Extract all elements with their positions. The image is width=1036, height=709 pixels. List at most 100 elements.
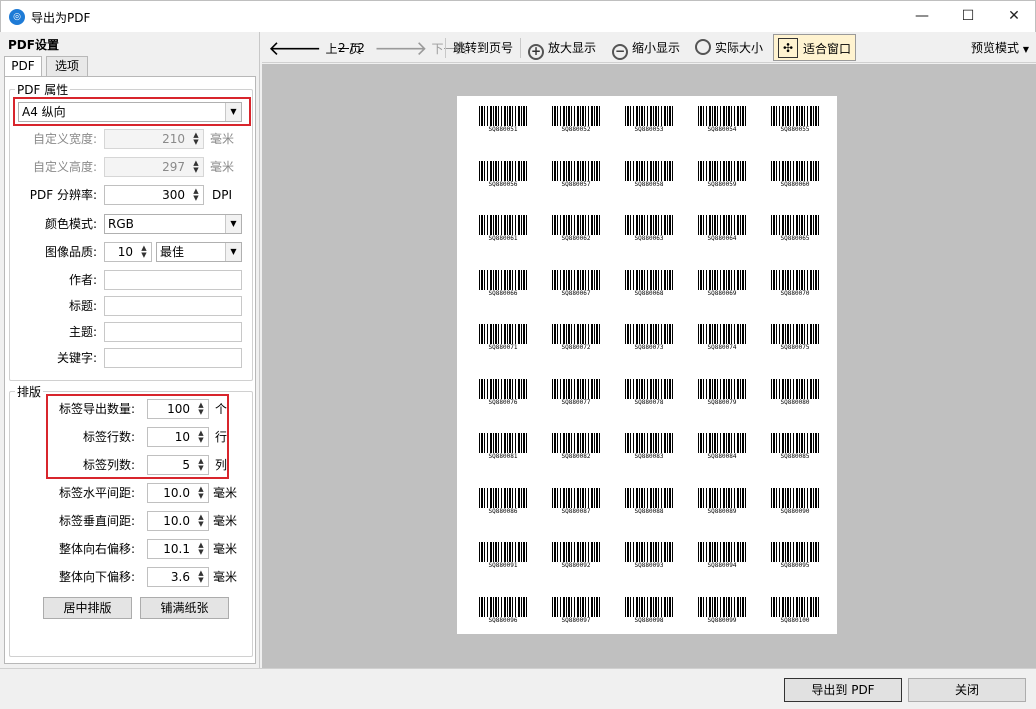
label-count-input[interactable]: 100 ▲ ▼	[147, 399, 209, 419]
preview-mode-dropdown[interactable]: 预览模式 ▼	[971, 37, 1029, 59]
barcode-text: SQ880095	[780, 562, 810, 569]
barcode-bars	[625, 433, 673, 453]
minimize-button[interactable]: —	[899, 1, 945, 33]
xoff-input[interactable]: 10.1 ▲ ▼	[147, 539, 209, 559]
hgap-value: 10.0	[163, 486, 190, 500]
spin-arrows-icon[interactable]: ▲ ▼	[197, 402, 205, 416]
spin-arrows-icon[interactable]: ▲ ▼	[197, 514, 205, 528]
fill-paper-button[interactable]: 铺满纸张	[140, 597, 229, 619]
barcode-label: SQ880053	[625, 106, 673, 136]
spin-arrows-icon[interactable]: ▲ ▼	[192, 188, 200, 202]
tab-pdf[interactable]: PDF	[4, 56, 42, 77]
barcode-label: SQ880067	[552, 269, 600, 300]
close-window-button[interactable]: ✕	[991, 1, 1036, 33]
close-button[interactable]: 关闭	[908, 678, 1026, 702]
spin-arrows-icon[interactable]: ▲ ▼	[140, 245, 148, 259]
spin-arrows-icon[interactable]: ▲ ▼	[197, 486, 205, 500]
fit-window-button[interactable]: ✣ 适合窗口	[773, 34, 856, 61]
barcode-text: SQ880092	[561, 562, 591, 569]
barcode-text: SQ880059	[707, 180, 737, 188]
actual-size-button[interactable]: 实际大小	[695, 37, 763, 59]
hgap-input[interactable]: 10.0 ▲ ▼	[147, 483, 209, 503]
zoom-out-button[interactable]: − 缩小显示	[612, 37, 680, 60]
barcode-label: SQ880089	[698, 487, 746, 518]
color-mode-select[interactable]: RGB ▼	[104, 214, 242, 234]
vgap-label: 标签垂直间距:	[58, 514, 135, 528]
title-input[interactable]	[104, 296, 242, 316]
barcode-label: SQ880096	[479, 596, 527, 627]
author-input[interactable]	[104, 270, 242, 290]
center-layout-button[interactable]: 居中排版	[43, 597, 132, 619]
cols-label: 标签列数:	[82, 458, 135, 472]
spin-arrows-icon[interactable]: ▲ ▼	[197, 570, 205, 584]
barcode-bars	[625, 487, 673, 508]
preview-area[interactable]: SQ880051 SQ880052 SQ880053 SQ880054 SQ880055…	[262, 64, 1036, 668]
quality-preset-select[interactable]: 最佳 ▼	[156, 242, 242, 262]
goto-page-button[interactable]: 跳转到页号	[453, 37, 513, 59]
resolution-input[interactable]: 300 ▲ ▼	[104, 185, 204, 205]
layout-title: 排版	[15, 383, 44, 400]
rows-input[interactable]: 10 ▲ ▼	[147, 427, 209, 447]
barcode-label: SQ880092	[552, 542, 600, 572]
export-pdf-button[interactable]: 导出到 PDF	[784, 678, 902, 702]
resolution-value: 300	[162, 188, 185, 202]
barcode-text: SQ880087	[561, 507, 591, 515]
spin-arrows-icon[interactable]: ▲ ▼	[192, 132, 200, 146]
barcode-label: SQ880088	[625, 487, 673, 518]
barcode-text: SQ880058	[634, 180, 664, 188]
barcode-bars	[771, 160, 819, 181]
yoff-input[interactable]: 3.6 ▲ ▼	[147, 567, 209, 587]
quality-input[interactable]: 10 ▲ ▼	[104, 242, 152, 262]
barcode-text: SQ880068	[634, 289, 664, 297]
window-title: 导出为PDF	[31, 11, 91, 25]
spin-arrows-icon[interactable]: ▲ ▼	[192, 160, 200, 174]
quality-value: 10	[117, 245, 133, 259]
barcode-label: SQ880094	[698, 542, 746, 572]
custom-height-value: 297	[162, 160, 185, 174]
zoom-in-button[interactable]: + 放大显示	[528, 37, 596, 60]
rows-value: 10	[174, 430, 190, 444]
barcode-text: SQ880081	[488, 453, 518, 460]
barcode-text: SQ880054	[707, 126, 737, 133]
custom-width-input[interactable]: 210 ▲ ▼	[104, 129, 204, 149]
quality-label: 图像品质:	[44, 245, 97, 259]
subject-label: 主题:	[68, 325, 97, 339]
barcode-label: SQ880074	[698, 324, 746, 354]
barcode-text: SQ880071	[488, 344, 518, 351]
barcode-bars	[625, 378, 673, 399]
vgap-input[interactable]: 10.0 ▲ ▼	[147, 511, 209, 531]
maximize-button[interactable]: ☐	[945, 1, 991, 33]
custom-height-input[interactable]: 297 ▲ ▼	[104, 157, 204, 177]
subject-input[interactable]	[104, 322, 242, 342]
pdf-app-icon: ◎	[9, 9, 25, 25]
barcode-bars	[771, 324, 819, 344]
rows-label: 标签行数:	[82, 430, 135, 444]
paper-select[interactable]: A4 纵向 ▼	[18, 102, 242, 122]
barcode-text: SQ880085	[780, 453, 810, 460]
barcode-bars	[698, 269, 746, 290]
barcode-label: SQ880072	[552, 324, 600, 354]
barcode-text: SQ880088	[634, 507, 664, 515]
spin-arrows-icon[interactable]: ▲ ▼	[197, 430, 205, 444]
yoff-value: 3.6	[170, 570, 190, 584]
barcode-bars	[479, 487, 527, 508]
spin-arrows-icon[interactable]: ▲ ▼	[197, 458, 205, 472]
barcode-text: SQ880056	[488, 180, 518, 188]
barcode-label: SQ880060	[771, 160, 819, 191]
barcode-label: SQ880070	[771, 269, 819, 300]
barcode-bars	[698, 433, 746, 453]
spin-arrows-icon[interactable]: ▲ ▼	[197, 542, 205, 556]
cols-input[interactable]: 5 ▲ ▼	[147, 455, 209, 475]
barcode-label: SQ880064	[698, 215, 746, 245]
barcode-bars	[698, 106, 746, 126]
barcode-bars	[479, 433, 527, 453]
tab-options[interactable]: 选项	[46, 56, 88, 76]
barcode-text: SQ880055	[780, 126, 810, 133]
keywords-input[interactable]	[104, 348, 242, 368]
barcode-text: SQ880100	[780, 616, 810, 624]
barcode-bars	[698, 487, 746, 508]
barcode-text: SQ880090	[780, 507, 810, 515]
barcode-bars	[552, 215, 600, 235]
barcode-label: SQ880068	[625, 269, 673, 300]
barcode-label: SQ880093	[625, 542, 673, 572]
